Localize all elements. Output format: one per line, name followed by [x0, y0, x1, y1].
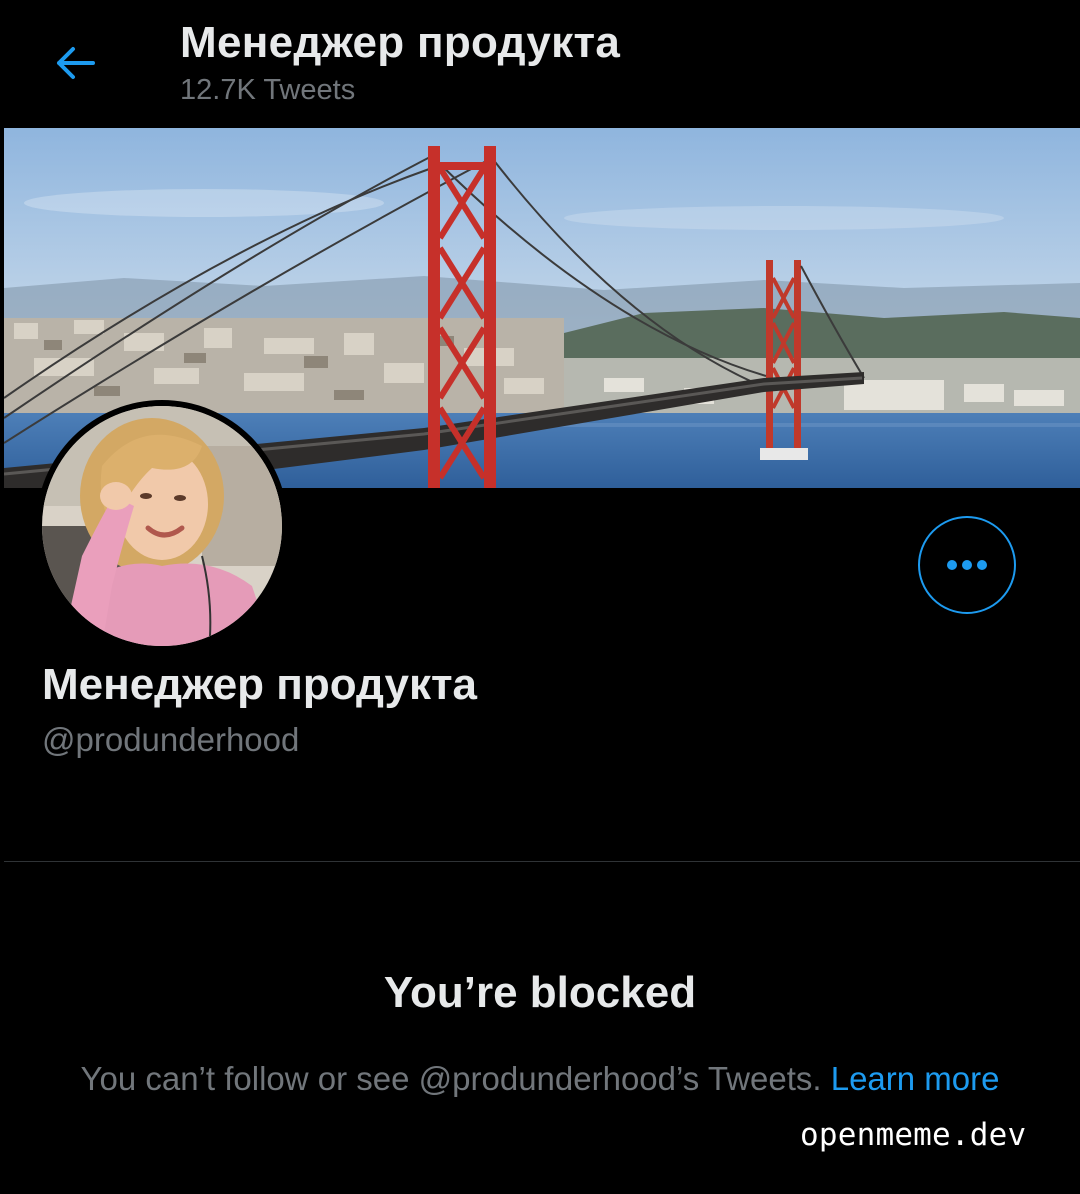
profile-photo — [42, 406, 282, 646]
divider — [4, 861, 1080, 862]
watermark: openmeme.dev — [800, 1117, 1027, 1153]
blocked-message: You can’t follow or see @produnderhood’s… — [80, 1054, 1000, 1104]
blocked-title: You’re blocked — [383, 968, 697, 1017]
more-options-button[interactable] — [918, 516, 1016, 614]
tweet-count: 12.7K Tweets — [180, 74, 356, 106]
arrow-left-icon — [57, 47, 95, 79]
ellipsis-icon — [947, 560, 987, 570]
blocked-message-text: You can’t follow or see @produnderhood’s… — [80, 1060, 822, 1097]
back-button[interactable] — [40, 28, 110, 98]
profile-handle: @produnderhood — [42, 721, 300, 758]
top-bar: Менеджер продукта 12.7K Tweets — [0, 0, 1080, 128]
header-title: Менеджер продукта — [180, 18, 621, 67]
avatar[interactable] — [36, 400, 288, 652]
profile-name: Менеджер продукта — [42, 660, 478, 709]
learn-more-link[interactable]: Learn more — [831, 1060, 1000, 1097]
